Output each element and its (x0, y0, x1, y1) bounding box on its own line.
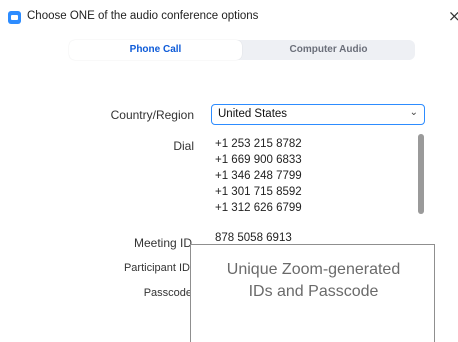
passcode-label: Passcode (143, 287, 192, 299)
dial-number: +1 669 900 6833 (215, 154, 302, 166)
country-region-value: United States (218, 108, 288, 120)
dial-number: +1 253 215 8782 (215, 138, 302, 150)
callout-line: Unique Zoom-generated (226, 261, 401, 278)
audio-option-tabs: Phone Call Computer Audio (69, 40, 415, 60)
country-region-select[interactable]: United States ⌄ (211, 104, 425, 125)
callout-text: Unique Zoom-generated IDs and Passcode (191, 259, 436, 303)
scrollbar-thumb[interactable] (418, 134, 424, 214)
close-icon[interactable]: × (448, 7, 458, 25)
dial-number: +1 346 248 7799 (215, 170, 302, 182)
participant-id-label: Participant ID (123, 262, 190, 274)
dial-number-list: +1 253 215 8782 +1 669 900 6833 +1 346 2… (215, 136, 405, 216)
dial-number: +1 312 626 6799 (215, 202, 302, 214)
dial-list-scrollbar[interactable] (418, 134, 424, 214)
callout-line: IDs and Passcode (248, 283, 379, 300)
country-region-label: Country/Region (110, 108, 194, 122)
tab-computer-audio[interactable]: Computer Audio (242, 40, 415, 60)
tab-phone-call[interactable]: Phone Call (69, 40, 242, 60)
meeting-id-label: Meeting ID (133, 236, 192, 250)
title-bar: Choose ONE of the audio conference optio… (0, 0, 458, 30)
window-title: Choose ONE of the audio conference optio… (27, 10, 259, 22)
dial-number: +1 301 715 8592 (215, 186, 302, 198)
zoom-icon (8, 11, 21, 24)
dial-label: Dial (173, 139, 194, 153)
meeting-id-value: 878 5058 6913 (215, 232, 292, 244)
callout-box: Unique Zoom-generated IDs and Passcode (190, 244, 435, 342)
chevron-down-icon: ⌄ (409, 107, 418, 118)
